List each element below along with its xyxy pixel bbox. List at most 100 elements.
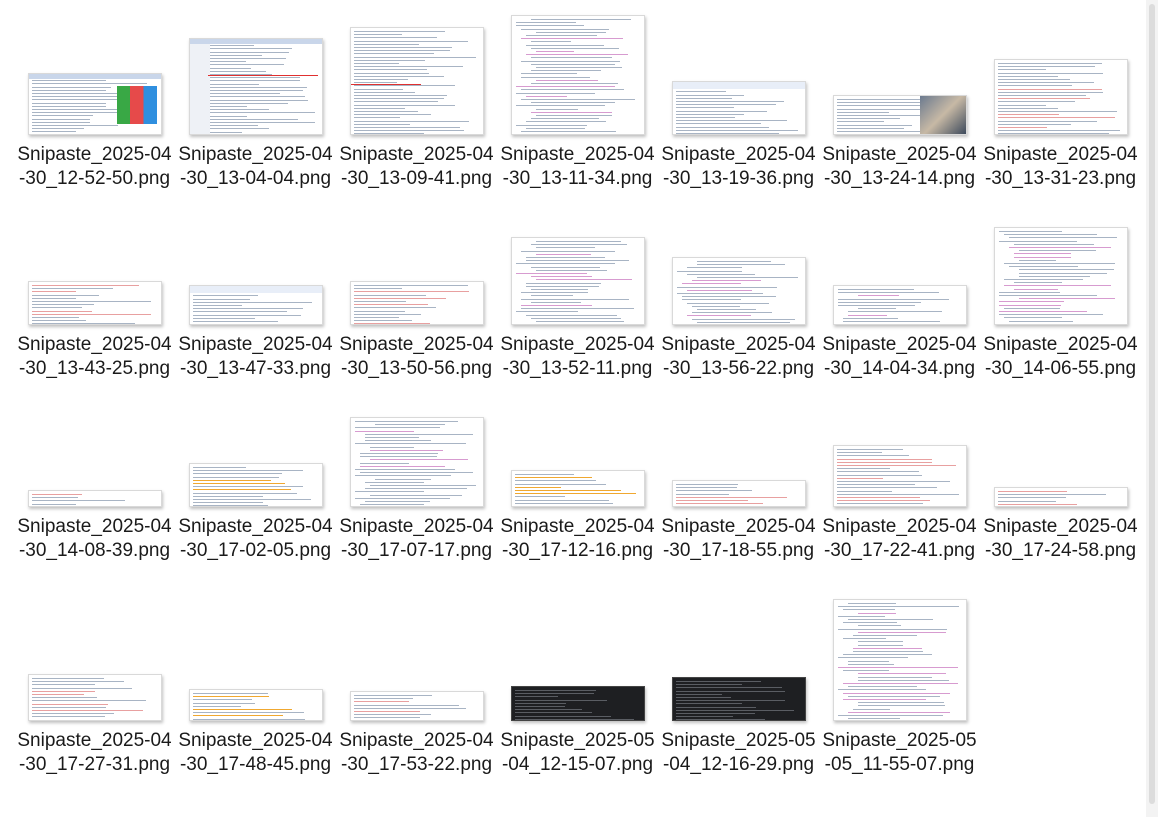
image-thumbnail[interactable] — [27, 281, 162, 325]
file-name-label: Snipaste_2025-04-30_17-53-22.png — [339, 730, 494, 775]
file-item[interactable]: Snipaste_2025-04-30_13-56-22.png — [658, 190, 819, 381]
image-thumbnail[interactable] — [349, 281, 484, 325]
image-thumbnail[interactable] — [832, 95, 967, 135]
image-thumbnail[interactable] — [349, 417, 484, 507]
file-item[interactable]: Snipaste_2025-04-30_14-08-39.png — [14, 372, 175, 563]
file-thumbnail-area — [980, 372, 1141, 507]
file-thumbnail-area — [658, 0, 819, 135]
file-thumbnail-area — [819, 0, 980, 135]
file-name-label: Snipaste_2025-04-30_14-08-39.png — [17, 516, 172, 561]
file-item[interactable]: Snipaste_2025-04-30_13-31-23.png — [980, 0, 1141, 191]
file-thumbnail-area — [980, 0, 1141, 135]
file-name-label: Snipaste_2025-04-30_13-09-41.png — [339, 144, 494, 189]
file-item[interactable]: Snipaste_2025-04-30_13-50-56.png — [336, 190, 497, 381]
image-thumbnail[interactable] — [832, 599, 967, 721]
file-item[interactable]: Snipaste_2025-04-30_13-52-11.png — [497, 190, 658, 381]
image-thumbnail[interactable] — [510, 237, 645, 325]
image-thumbnail[interactable] — [510, 15, 645, 135]
image-thumbnail[interactable] — [349, 691, 484, 721]
file-item[interactable]: Snipaste_2025-04-30_13-11-34.png — [497, 0, 658, 191]
file-thumbnail-area — [497, 0, 658, 135]
scrollbar-thumb[interactable] — [1149, 4, 1155, 804]
file-name-label: Snipaste_2025-04-30_17-24-58.png — [983, 516, 1138, 561]
file-item[interactable]: Snipaste_2025-04-30_14-04-34.png — [819, 190, 980, 381]
image-thumbnail[interactable] — [671, 81, 806, 135]
file-name-label: Snipaste_2025-04-30_17-48-45.png — [178, 730, 333, 775]
file-item[interactable]: Snipaste_2025-04-30_17-18-55.png — [658, 372, 819, 563]
file-thumbnail-area — [336, 190, 497, 325]
file-thumbnail-area — [336, 372, 497, 507]
file-thumbnail-area — [819, 372, 980, 507]
image-thumbnail[interactable] — [27, 73, 162, 135]
image-thumbnail[interactable] — [188, 38, 323, 135]
file-thumbnail-area — [980, 190, 1141, 325]
file-name-label: Snipaste_2025-05-04_12-16-29.png — [661, 730, 816, 775]
file-name-label: Snipaste_2025-04-30_17-02-05.png — [178, 516, 333, 561]
file-item[interactable]: Snipaste_2025-04-30_17-02-05.png — [175, 372, 336, 563]
file-name-label: Snipaste_2025-04-30_12-52-50.png — [17, 144, 172, 189]
file-item[interactable]: Snipaste_2025-04-30_13-24-14.png — [819, 0, 980, 191]
image-thumbnail[interactable] — [671, 257, 806, 325]
image-thumbnail[interactable] — [188, 285, 323, 325]
image-thumbnail[interactable] — [510, 686, 645, 721]
file-item[interactable]: Snipaste_2025-04-30_17-22-41.png — [819, 372, 980, 563]
file-thumbnail-area — [336, 0, 497, 135]
file-item[interactable]: Snipaste_2025-04-30_14-06-55.png — [980, 190, 1141, 381]
file-item[interactable]: Snipaste_2025-04-30_12-52-50.png — [14, 0, 175, 191]
file-thumbnail-area — [658, 190, 819, 325]
file-item[interactable]: Snipaste_2025-04-30_17-07-17.png — [336, 372, 497, 563]
file-thumbnail-area — [497, 586, 658, 721]
file-item[interactable]: Snipaste_2025-05-05_11-55-07.png — [819, 586, 980, 777]
file-item[interactable]: Snipaste_2025-04-30_13-47-33.png — [175, 190, 336, 381]
file-thumbnail-area — [819, 190, 980, 325]
file-name-label: Snipaste_2025-04-30_13-19-36.png — [661, 144, 816, 189]
file-thumbnail-area — [175, 586, 336, 721]
file-name-label: Snipaste_2025-05-04_12-15-07.png — [500, 730, 655, 775]
image-thumbnail[interactable] — [27, 490, 162, 507]
image-thumbnail[interactable] — [993, 227, 1128, 325]
file-thumbnail-area — [14, 586, 175, 721]
file-item[interactable]: Snipaste_2025-04-30_17-12-16.png — [497, 372, 658, 563]
file-thumbnail-area — [658, 372, 819, 507]
file-name-label: Snipaste_2025-05-05_11-55-07.png — [822, 730, 977, 775]
file-item[interactable]: Snipaste_2025-04-30_13-09-41.png — [336, 0, 497, 191]
file-item[interactable]: Snipaste_2025-04-30_17-53-22.png — [336, 586, 497, 777]
file-name-label: Snipaste_2025-04-30_17-27-31.png — [17, 730, 172, 775]
image-thumbnail[interactable] — [993, 487, 1128, 507]
file-thumbnail-area — [14, 372, 175, 507]
file-grid: Snipaste_2025-04-30_12-52-50.png Snipaste… — [0, 0, 1146, 817]
file-name-label: Snipaste_2025-04-30_17-07-17.png — [339, 516, 494, 561]
file-thumbnail-area — [175, 372, 336, 507]
file-item[interactable]: Snipaste_2025-04-30_17-24-58.png — [980, 372, 1141, 563]
file-name-label: Snipaste_2025-04-30_13-24-14.png — [822, 144, 977, 189]
image-thumbnail[interactable] — [671, 677, 806, 721]
image-thumbnail[interactable] — [510, 470, 645, 507]
file-name-label: Snipaste_2025-04-30_13-04-04.png — [178, 144, 333, 189]
file-item[interactable]: Snipaste_2025-04-30_13-19-36.png — [658, 0, 819, 191]
file-thumbnail-area — [497, 190, 658, 325]
file-name-label: Snipaste_2025-04-30_13-11-34.png — [500, 144, 655, 189]
file-name-label: Snipaste_2025-04-30_17-12-16.png — [500, 516, 655, 561]
image-thumbnail[interactable] — [993, 59, 1128, 135]
image-thumbnail[interactable] — [671, 480, 806, 507]
image-thumbnail[interactable] — [832, 285, 967, 325]
image-thumbnail[interactable] — [188, 463, 323, 507]
file-item[interactable]: Snipaste_2025-05-04_12-15-07.png — [497, 586, 658, 777]
file-item[interactable]: Snipaste_2025-04-30_17-27-31.png — [14, 586, 175, 777]
file-item[interactable]: Snipaste_2025-04-30_13-43-25.png — [14, 190, 175, 381]
file-thumbnail-area — [336, 586, 497, 721]
file-thumbnail-area — [175, 0, 336, 135]
image-thumbnail[interactable] — [349, 27, 484, 135]
file-thumbnail-area — [497, 372, 658, 507]
image-thumbnail[interactable] — [188, 689, 323, 721]
file-item[interactable]: Snipaste_2025-04-30_13-04-04.png — [175, 0, 336, 191]
file-name-label: Snipaste_2025-04-30_13-31-23.png — [983, 144, 1138, 189]
image-thumbnail[interactable] — [832, 445, 967, 507]
file-item[interactable]: Snipaste_2025-05-04_12-16-29.png — [658, 586, 819, 777]
file-thumbnail-area — [819, 586, 980, 721]
image-thumbnail[interactable] — [27, 674, 162, 721]
file-thumbnail-area — [658, 586, 819, 721]
file-item[interactable]: Snipaste_2025-04-30_17-48-45.png — [175, 586, 336, 777]
file-thumbnail-area — [175, 190, 336, 325]
vertical-scrollbar[interactable] — [1146, 0, 1158, 817]
